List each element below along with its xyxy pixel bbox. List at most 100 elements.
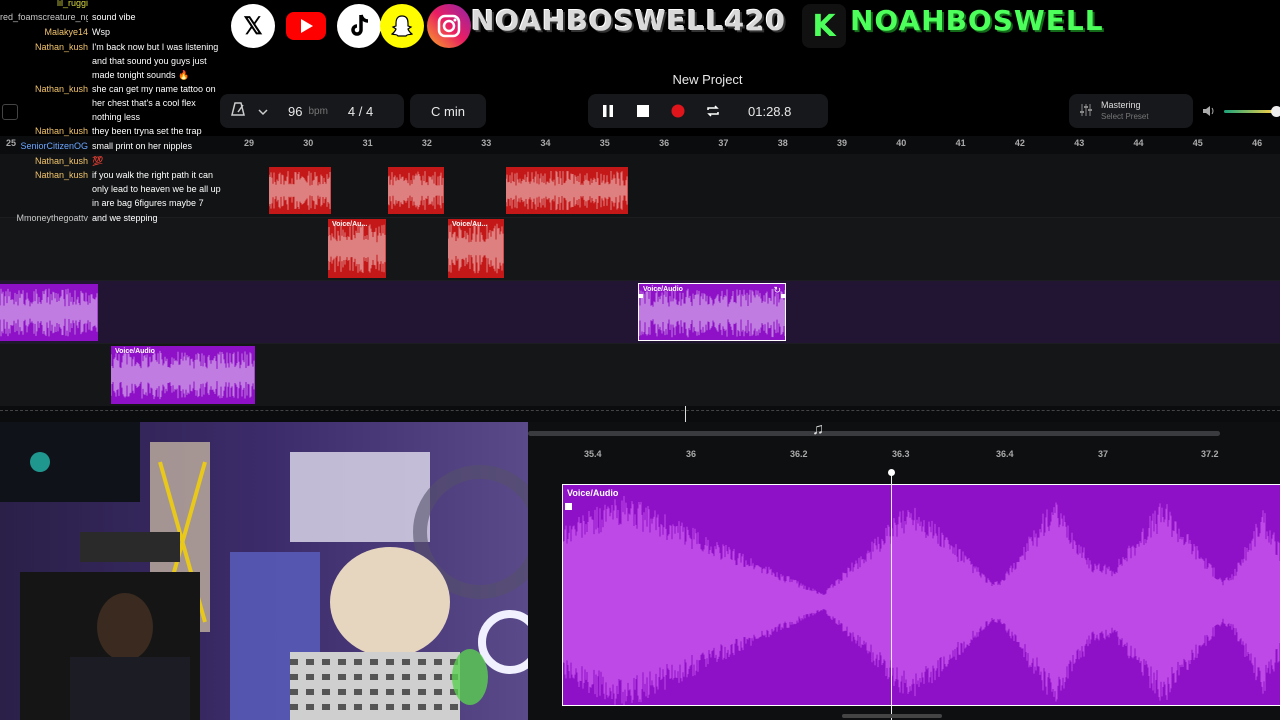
clip-handle-right[interactable] — [781, 294, 785, 298]
loop-clip-icon[interactable]: ↻ — [773, 285, 781, 296]
ruler-tick: 46 — [1252, 138, 1263, 148]
kick-logo-icon: K — [802, 4, 846, 48]
ruler-tick: 29 — [244, 138, 255, 148]
metronome-icon[interactable] — [230, 101, 246, 121]
ruler-tick: 35 — [599, 138, 610, 148]
editor-ruler-tick: 36.4 — [996, 449, 1014, 459]
bpm-value[interactable]: 96 — [288, 104, 302, 119]
audio-clip[interactable] — [0, 284, 98, 341]
transport-controls: 01:28.8 — [588, 94, 828, 128]
editor-ruler-tick: 37 — [1098, 449, 1109, 459]
loop-button[interactable] — [705, 103, 721, 119]
waveform — [506, 170, 628, 211]
ruler-tick: 44 — [1133, 138, 1144, 148]
chat-username: lil_ruggi — [56, 0, 88, 8]
waveform — [269, 171, 331, 210]
chat-username: Nathan_kush — [34, 42, 88, 52]
chat-text: if you walk the right path it can only l… — [92, 170, 221, 208]
ruler-tick: 41 — [955, 138, 966, 148]
ruler-tick: 43 — [1074, 138, 1085, 148]
editor-ruler-tick: 36 — [686, 449, 697, 459]
chevron-down-icon[interactable] — [258, 104, 268, 119]
mastering-label: Mastering — [1101, 100, 1141, 110]
chat-username: Nathan_kush — [34, 126, 88, 136]
audio-clip[interactable]: Voice/Audio — [111, 346, 255, 404]
ruler-tick: 36 — [659, 138, 670, 148]
time-display: 01:28.8 — [748, 103, 792, 119]
clip-handle-left[interactable] — [639, 294, 643, 298]
pause-button[interactable] — [600, 103, 616, 119]
ruler-tick: 33 — [481, 138, 492, 148]
waveform — [388, 171, 444, 210]
ruler-tick: 31 — [362, 138, 373, 148]
time-signature[interactable]: 4 / 4 — [348, 104, 373, 119]
clip-label: Voice/Au... — [452, 221, 488, 228]
editor-ruler-tick: 37.2 — [1201, 449, 1219, 459]
webcam-image — [0, 422, 528, 720]
ruler-tick: 42 — [1014, 138, 1025, 148]
editor-ruler-tick: 35.4 — [584, 449, 602, 459]
chat-text: she can get my name tattoo on her chest … — [92, 84, 216, 122]
ruler-tick: 30 — [303, 138, 314, 148]
chat-text: I'm back now but I was listening and tha… — [92, 42, 219, 80]
editor-ruler-tick: 36.2 — [790, 449, 808, 459]
key-selector[interactable]: C min — [410, 94, 486, 128]
audio-clip[interactable]: Voice/Au... — [328, 219, 386, 278]
ruler-tick: 39 — [837, 138, 848, 148]
chat-text: sound vibe — [92, 12, 136, 22]
chat-text: small print on her nipples — [92, 141, 193, 151]
tiktok-logo-icon — [337, 4, 381, 48]
editor-audio-clip[interactable]: Voice/Audio — [562, 484, 1280, 706]
audio-clip[interactable] — [269, 167, 331, 214]
audio-clip[interactable] — [388, 167, 444, 214]
volume-slider-handle[interactable] — [1271, 106, 1280, 117]
chat-overlay: lil_ruggi red_foamscreature_ngoo sound v… — [0, 0, 225, 230]
chat-text: and we stepping — [92, 213, 158, 223]
snapchat-logo-icon — [380, 4, 424, 48]
chat-text: 💯 — [92, 156, 104, 166]
chat-username: red_foamscreature_ngoo — [0, 12, 88, 22]
streamer-handle: NOAHBOSWELL420 — [471, 4, 787, 37]
add-audio-icon[interactable]: ♫ — [812, 421, 824, 439]
audio-clip[interactable]: Voice/Au... — [448, 219, 504, 278]
clip-handle-left[interactable] — [565, 503, 572, 510]
audio-clip[interactable] — [506, 167, 628, 214]
chat-username: Nathan_kush — [34, 84, 88, 94]
bpm-unit: bpm — [308, 105, 328, 117]
clip-label: Voice/Audio — [115, 348, 155, 355]
editor-playhead-handle[interactable] — [888, 469, 895, 476]
webcam-feed — [0, 422, 528, 720]
record-button[interactable] — [670, 103, 686, 119]
x-logo-icon: 𝕏 — [231, 4, 275, 48]
audio-clip-selected[interactable]: Voice/Audio ↻ — [638, 283, 786, 341]
chat-username: Malakye14 — [44, 27, 88, 37]
sliders-icon — [1079, 103, 1093, 120]
kick-handle: NOAHBOSWELL — [850, 4, 1104, 37]
ruler-tick: 37 — [718, 138, 729, 148]
volume-slider[interactable] — [1224, 106, 1280, 117]
stop-button[interactable] — [635, 103, 651, 119]
ruler-tick: 38 — [777, 138, 788, 148]
ruler-tick: 32 — [421, 138, 432, 148]
clip-label: Voice/Audio — [643, 286, 683, 293]
editor-clip-label: Voice/Audio — [567, 488, 619, 498]
ruler-tick: 40 — [896, 138, 907, 148]
speaker-icon[interactable] — [1202, 104, 1216, 123]
instagram-logo-icon — [427, 4, 471, 48]
youtube-logo-icon — [284, 4, 328, 48]
mastering-button[interactable]: Mastering Select Preset — [1069, 94, 1193, 128]
chat-username: Mmoneythegoattv — [16, 213, 88, 223]
editor-scrollbar[interactable] — [842, 714, 942, 718]
divider — [0, 410, 1280, 411]
horizontal-scrollbar[interactable] — [528, 431, 1220, 436]
ruler-tick: 45 — [1192, 138, 1203, 148]
chat-text: Wsp — [92, 27, 110, 37]
chat-text: they been tryna set the trap — [92, 126, 202, 136]
chat-username: Nathan_kush — [34, 156, 88, 166]
tempo-controls: 96 bpm 4 / 4 — [220, 94, 404, 128]
waveform — [0, 288, 98, 337]
editor-playhead[interactable] — [891, 472, 892, 720]
chat-username: Nathan_kush — [34, 170, 88, 180]
editor-ruler-tick: 36.3 — [892, 449, 910, 459]
waveform — [563, 496, 1280, 705]
